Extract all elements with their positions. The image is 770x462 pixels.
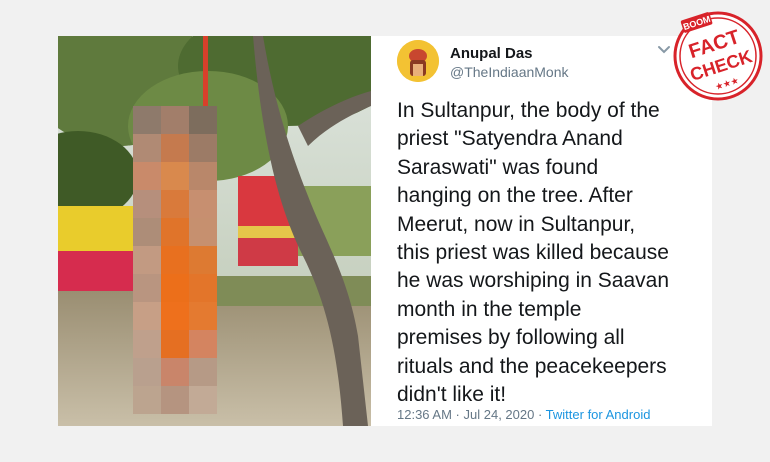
tweet-card: Anupal Das @TheIndiaanMonk In Sultanpur,… [371,36,712,426]
tweet-meta: 12:36 AM · Jul 24, 2020 · Twitter for An… [397,407,650,422]
tweet-source-link[interactable]: Twitter for Android [546,407,651,422]
photo-image [58,36,371,426]
meta-separator: · [451,407,464,422]
avatar-image [397,40,439,82]
fact-check-stamp: BOOM FACT CHECK ★★★ [671,8,763,102]
user-handle[interactable]: @TheIndiaanMonk [450,64,569,80]
tweet-date[interactable]: Jul 24, 2020 [464,407,535,422]
display-name[interactable]: Anupal Das [450,45,533,62]
meta-separator: · [534,407,546,422]
avatar[interactable] [397,40,439,82]
tweet-time[interactable]: 12:36 AM [397,407,452,422]
tweet-text: In Sultanpur, the body of the priest "Sa… [397,99,669,407]
tweet-photo[interactable] [58,36,371,426]
